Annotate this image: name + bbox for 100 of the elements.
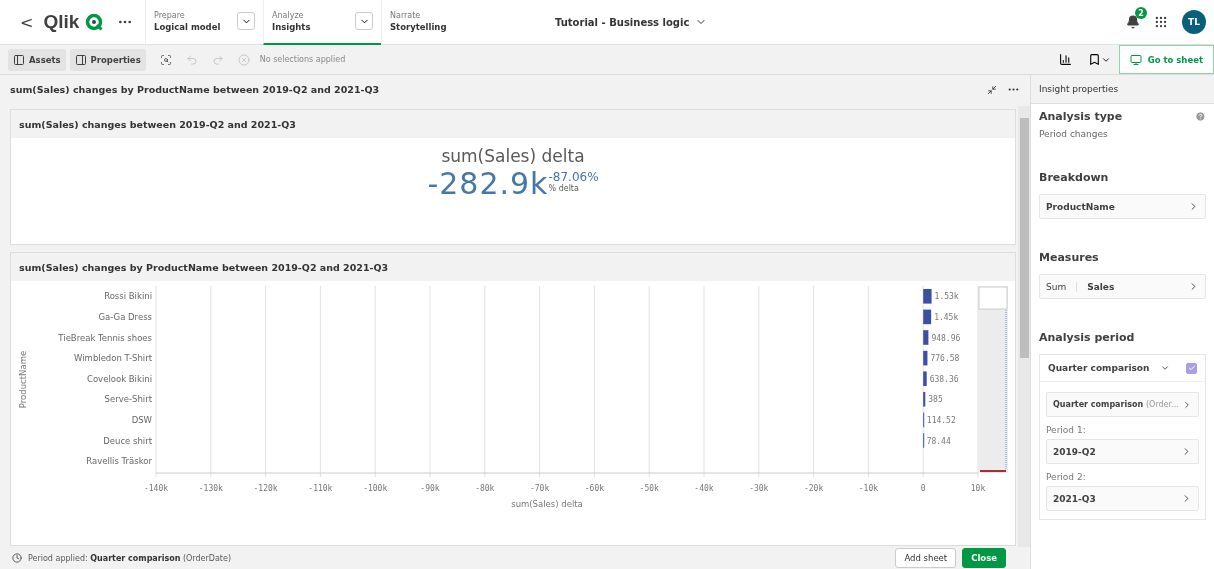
bar (923, 330, 929, 345)
section-heading: Analysis period (1039, 331, 1135, 344)
axis-title: sum(Sales) delta (511, 499, 583, 509)
apps-grid-icon[interactable] (1154, 15, 1168, 29)
period-value-field[interactable]: 2019-Q2 (1046, 439, 1199, 464)
search-icon[interactable] (159, 53, 172, 66)
logo-icon (85, 13, 104, 31)
dropdown-button[interactable] (355, 12, 373, 30)
category-label: TieBreak Tennis shoes (58, 332, 152, 343)
tick-label: -20k (803, 484, 824, 493)
category-label: DSW (131, 414, 152, 425)
bar (923, 350, 928, 366)
category-label: Deuce shirt (103, 435, 152, 446)
app-title[interactable]: Tutorial - Business logic (549, 15, 714, 29)
value-label: 948.96 (931, 333, 961, 343)
section-heading: Breakdown (1039, 171, 1109, 184)
tick-label: -120k (253, 484, 278, 493)
tick-label: -60k (584, 484, 605, 493)
chevron-down-icon (1160, 363, 1170, 373)
kpi-label: sum(Sales) delta (441, 146, 585, 166)
tick-label: -130k (198, 484, 223, 493)
tick-label: 0 (920, 484, 926, 493)
minimize-icon[interactable] (987, 84, 997, 95)
back-button[interactable]: < (16, 12, 38, 32)
tick-label: -100k (363, 484, 388, 493)
panel-title: Insight properties (1039, 84, 1119, 94)
panel-icon (13, 53, 25, 66)
footer-button[interactable]: Add sheet (895, 548, 957, 568)
category-label: Rossi Bikini (104, 291, 152, 302)
section-label: Narrate (390, 10, 422, 20)
notification-icon[interactable] (1126, 15, 1140, 29)
value-label: 114.52 (926, 415, 956, 425)
clock-icon (12, 553, 22, 563)
tab-label: Storytelling (390, 21, 447, 32)
selections-status: No selections applied (259, 55, 346, 64)
tab-label: Insights (272, 21, 311, 32)
tick-label: -30k (749, 484, 769, 493)
bar (923, 392, 926, 407)
category-label: Wimbledon T-Shirt (74, 353, 152, 364)
checkbox[interactable] (1186, 362, 1197, 374)
go-to-sheet-button[interactable]: Go to sheet (1118, 45, 1214, 74)
tab-label: Logical model (154, 21, 221, 32)
tick-label: -80k (475, 484, 495, 493)
breakdown-field[interactable]: ProductName (1039, 194, 1206, 219)
tick-label: 10k (970, 484, 986, 493)
tick-label: -70k (529, 484, 550, 493)
card-title: sum(Sales) changes between 2019-Q2 and 2021-Q3 (19, 118, 296, 130)
axis-title: ProductName (18, 350, 28, 409)
kpi-value: -282.9k (427, 166, 549, 201)
tick-label: -110k (308, 484, 333, 493)
logo-text: Qlik (43, 11, 80, 33)
value-label: 638.36 (929, 374, 959, 384)
analysis-type-value: Period changes (1039, 129, 1109, 139)
user-avatar[interactable]: TL (1182, 10, 1206, 34)
help-icon[interactable] (1195, 111, 1206, 122)
bar (923, 289, 932, 304)
value-label: 1.53k (934, 292, 959, 302)
toolbar-button[interactable]: Assets (8, 48, 66, 71)
scrollbar[interactable] (1018, 106, 1030, 547)
bar (923, 371, 927, 386)
period-applied-text: Period applied: Quarter comparison (OrderDate) (28, 553, 232, 563)
value-label: 385 (928, 395, 943, 405)
toolbar-button[interactable]: Properties (69, 48, 146, 71)
insight-title: sum(Sales) changes by ProductName between 2019-Q2 and 2021-Q3 (10, 84, 380, 95)
category-label: Ga-Ga Dress (98, 311, 152, 322)
category-label: Ravellis Träskor (86, 456, 152, 467)
period-label: Period 1: (1046, 425, 1087, 435)
value-label: 1.45k (934, 312, 959, 322)
section-label: Prepare (154, 10, 186, 20)
dropdown-button[interactable] (237, 12, 255, 30)
kpi-percent: -87.06% (548, 170, 599, 184)
tick-label: -40k (694, 484, 714, 493)
tick-label: -10k (858, 484, 879, 493)
measure-field[interactable]: Sum Sales (1039, 274, 1206, 299)
minimap-drawing[interactable] (978, 286, 1008, 473)
section-label: Analyze (272, 10, 305, 20)
bar (923, 309, 932, 325)
nav-tab[interactable]: Prepare Logical model (145, 0, 263, 45)
monitor-icon (1129, 53, 1142, 66)
bar-chart-icon (1058, 53, 1072, 66)
tick-label: -50k (639, 484, 659, 493)
tick-label: -90k (420, 484, 440, 493)
chevron-right-icon (1182, 399, 1192, 410)
section-heading: Measures (1039, 251, 1099, 264)
section-heading: Analysis type (1039, 110, 1123, 123)
value-label: 776.58 (930, 354, 960, 364)
tick-label: -140k (143, 484, 169, 493)
kpi-percent-label: % delta (548, 184, 580, 193)
notification-badge: 2 (1135, 7, 1147, 19)
value-label: 78.44 (926, 436, 951, 446)
period-value-field[interactable]: 2021-Q3 (1046, 486, 1199, 511)
panel-icon (74, 53, 87, 66)
category-label: Serve-Shirt (104, 394, 152, 405)
period-label: Period 2: (1046, 472, 1087, 482)
period-field[interactable]: Quarter comparison (Order... (1046, 392, 1199, 417)
category-label: Covelook Bikini (87, 373, 152, 384)
footer-button[interactable]: Close (962, 548, 1006, 568)
bookmark-icon (1087, 53, 1101, 66)
card-title: sum(Sales) changes by ProductName between 2019-Q2 and 2021-Q3 (19, 261, 389, 273)
nav-tab[interactable]: Narrate Storytelling (381, 0, 499, 45)
